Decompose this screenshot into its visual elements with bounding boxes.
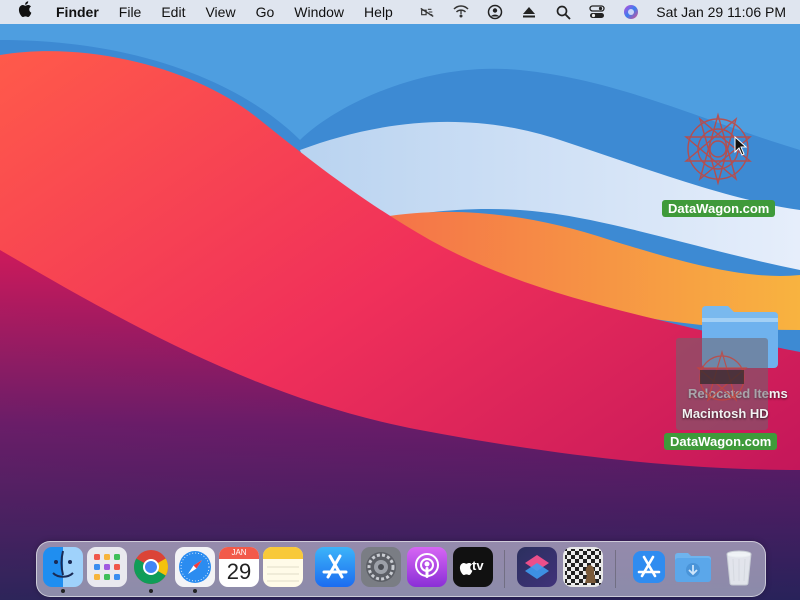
wifi-icon[interactable] bbox=[453, 4, 469, 20]
menu-app-name[interactable]: Finder bbox=[46, 0, 109, 24]
menu-help[interactable]: Help bbox=[354, 0, 403, 24]
notes-icon bbox=[263, 547, 303, 559]
notes-lines-icon bbox=[267, 566, 299, 582]
app-store-icon bbox=[322, 554, 348, 579]
dock-podcasts[interactable] bbox=[407, 547, 447, 587]
desktop-icon-label: DataWagon.com bbox=[662, 200, 776, 217]
finder-icon bbox=[52, 550, 74, 578]
dock-separator bbox=[504, 550, 505, 588]
trash-icon bbox=[726, 550, 752, 586]
shortcuts-icon bbox=[525, 555, 549, 579]
apple-menu-icon[interactable] bbox=[0, 0, 46, 24]
dock-finder[interactable] bbox=[43, 547, 83, 587]
search-icon[interactable] bbox=[555, 4, 571, 20]
chrome-icon bbox=[134, 550, 168, 584]
dock-trash[interactable] bbox=[719, 547, 759, 587]
dock: JAN 29 tv bbox=[36, 541, 766, 597]
app-store-folder-icon bbox=[633, 551, 665, 583]
running-indicator bbox=[193, 589, 197, 593]
menu-edit[interactable]: Edit bbox=[151, 0, 195, 24]
dock-separator bbox=[615, 550, 616, 588]
desktop-icon-label: Macintosh HD bbox=[682, 406, 769, 421]
launchpad-icon bbox=[94, 554, 120, 580]
dock-calendar[interactable]: JAN 29 bbox=[219, 547, 259, 587]
menu-window[interactable]: Window bbox=[284, 0, 354, 24]
dock-notes[interactable] bbox=[263, 547, 303, 587]
user-icon[interactable] bbox=[487, 4, 503, 20]
dock-downloads[interactable] bbox=[673, 547, 713, 587]
desktop-icon-macintosh-hd[interactable]: Macintosh HD bbox=[672, 336, 782, 436]
downloads-folder-icon bbox=[675, 553, 711, 582]
desktop-icon-datawagon-2-label[interactable]: DataWagon.com bbox=[664, 433, 778, 450]
podcasts-icon bbox=[415, 553, 439, 578]
calendar-day: 29 bbox=[226, 559, 252, 584]
running-indicator bbox=[61, 589, 65, 593]
eject-icon[interactable] bbox=[521, 4, 537, 20]
dock-app-store[interactable] bbox=[315, 547, 355, 587]
desktop-icon-datawagon[interactable]: DataWagon.com bbox=[660, 105, 776, 220]
gear-icon bbox=[366, 552, 396, 582]
dock-applications[interactable] bbox=[629, 547, 669, 587]
dock-safari[interactable] bbox=[175, 547, 215, 587]
menu-go[interactable]: Go bbox=[246, 0, 285, 24]
safari-icon bbox=[179, 551, 211, 583]
control-center-icon[interactable] bbox=[589, 4, 605, 20]
dock-system-preferences[interactable] bbox=[361, 547, 401, 587]
chess-icon bbox=[565, 549, 601, 585]
menu-clock[interactable]: Sat Jan 29 11:06 PM bbox=[656, 4, 786, 20]
apple-logo-icon bbox=[459, 562, 473, 575]
menu-file[interactable]: File bbox=[109, 0, 152, 24]
menu-bar: Finder File Edit View Go Window Help Sat… bbox=[0, 0, 800, 24]
running-indicator bbox=[149, 589, 153, 593]
dock-launchpad[interactable] bbox=[87, 547, 127, 587]
dock-chess[interactable] bbox=[563, 547, 603, 587]
dock-google-chrome[interactable] bbox=[131, 547, 171, 587]
siri-icon[interactable] bbox=[623, 4, 639, 20]
menu-view[interactable]: View bbox=[195, 0, 245, 24]
mouse-cursor-icon bbox=[734, 136, 748, 156]
dock-tv[interactable]: tv bbox=[453, 547, 493, 587]
dock-shortcuts[interactable] bbox=[517, 547, 557, 587]
mute-icon[interactable] bbox=[419, 4, 435, 20]
calendar-month: JAN bbox=[219, 547, 259, 559]
tv-label: tv bbox=[472, 558, 484, 573]
